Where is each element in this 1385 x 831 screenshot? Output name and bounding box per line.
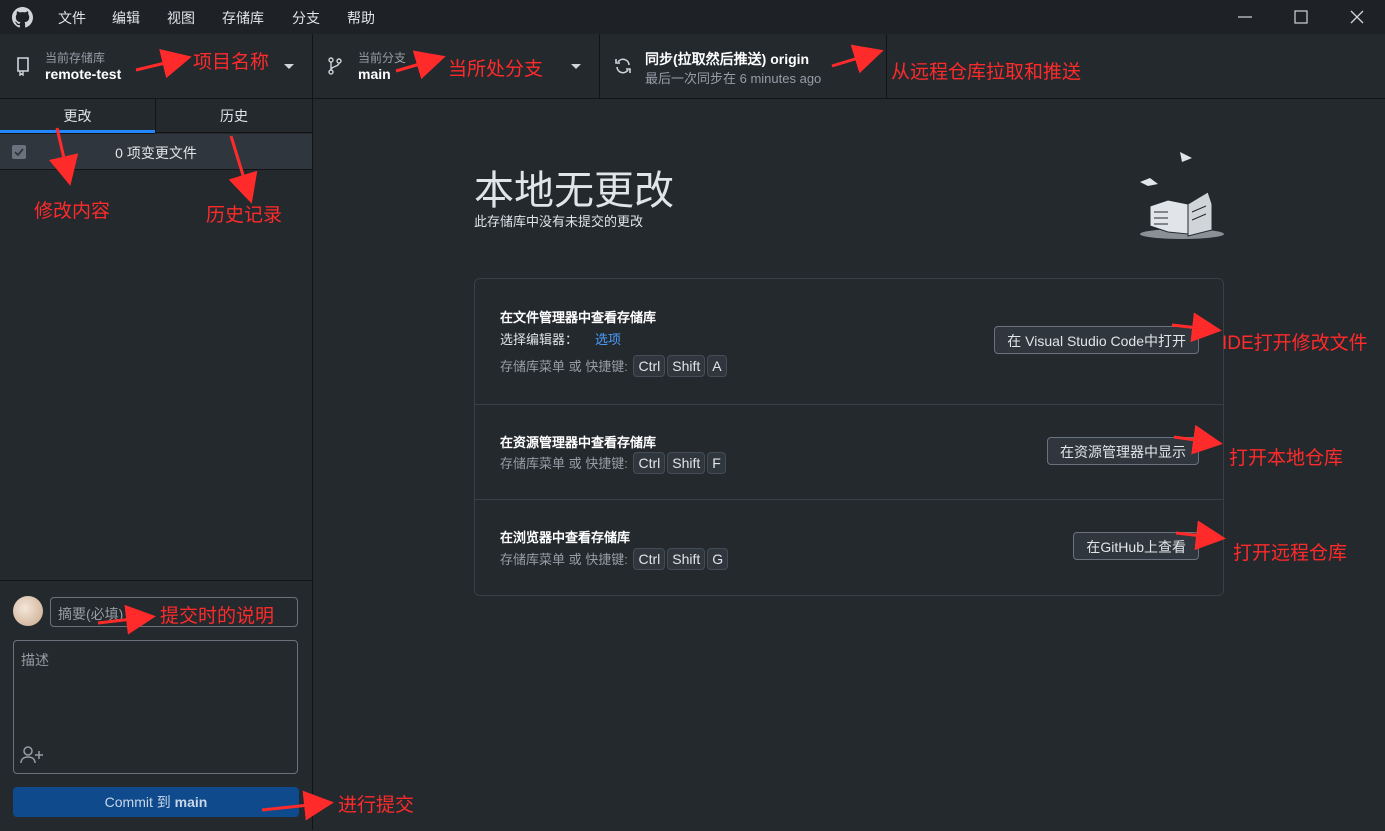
key-f: F <box>707 452 726 474</box>
description-textarea[interactable]: 描述 <box>13 640 298 774</box>
shortcut-text: 存储库菜单 或 快捷键: <box>500 359 628 374</box>
annotation-commit-description: 提交时的说明 <box>160 606 275 627</box>
changed-files-count: 0 项变更文件 <box>115 145 197 161</box>
chevron-down-icon <box>571 64 581 69</box>
summary-placeholder: 摘要(必填) <box>58 606 124 622</box>
action-show-in-explorer: 在资源管理器中查看存储库 存储库菜单 或 快捷键: Ctrl Shift F 在资源… <box>475 404 1223 500</box>
annotation-changes: 修改内容 <box>34 201 111 222</box>
tab-changes[interactable]: 更改 <box>0 99 155 134</box>
commit-button[interactable]: Commit 到 main <box>13 787 299 817</box>
show-in-explorer-button[interactable]: 在资源管理器中显示 <box>1047 437 1199 465</box>
menu-help[interactable]: 帮助 <box>347 8 375 28</box>
commit-button-prefix: Commit 到 <box>104 794 175 810</box>
key-ctrl: Ctrl <box>633 452 666 474</box>
annotation-project-name: 项目名称 <box>193 52 270 73</box>
annotation-sync: 从远程仓库拉取和推送 <box>891 62 1082 83</box>
menu-repository[interactable]: 存储库 <box>222 8 264 28</box>
add-coauthor-icon[interactable] <box>20 745 44 765</box>
shortcut-hint: 存储库菜单 或 快捷键: Ctrl Shift A <box>500 355 727 377</box>
action-title: 在资源管理器中查看存储库 <box>500 435 657 450</box>
close-icon[interactable] <box>1346 6 1368 28</box>
key-ctrl: Ctrl <box>633 548 666 570</box>
minimize-icon[interactable] <box>1234 6 1256 28</box>
sync-icon <box>615 58 631 74</box>
sync-title: 同步(拉取然后推送) origin <box>645 51 810 67</box>
page-subtitle: 此存储库中没有未提交的更改 <box>474 214 644 229</box>
repo-label: 当前存储库 <box>45 51 106 65</box>
key-g: G <box>707 548 729 570</box>
commit-button-branch: main <box>174 794 208 810</box>
shortcut-hint: 存储库菜单 或 快捷键: Ctrl Shift F <box>500 452 726 474</box>
sync-subtitle: 最后一次同步在 6 minutes ago <box>645 71 822 86</box>
annotation-remote-repo: 打开远程仓库 <box>1233 543 1348 564</box>
menu-view[interactable]: 视图 <box>167 8 195 28</box>
menu-edit[interactable]: 编辑 <box>112 8 140 28</box>
action-title: 在文件管理器中查看存储库 <box>500 310 657 325</box>
actions-panel: 在文件管理器中查看存储库 选择编辑器： 选项 存储库菜单 或 快捷键: Ctrl… <box>474 278 1224 596</box>
avatar <box>13 596 43 626</box>
title-bar: 文件 编辑 视图 存储库 分支 帮助 <box>0 0 1385 34</box>
open-in-vscode-button[interactable]: 在 Visual Studio Code中打开 <box>994 326 1199 354</box>
changes-header: 0 项变更文件 <box>0 134 312 170</box>
repo-icon <box>17 57 29 76</box>
shortcut-text: 存储库菜单 或 快捷键: <box>500 552 628 567</box>
action-view-on-github: 在浏览器中查看存储库 存储库菜单 或 快捷键: Ctrl Shift G 在GitH… <box>475 499 1223 595</box>
annotation-current-branch: 当所处分支 <box>448 59 544 80</box>
empty-state-illustration <box>1140 152 1224 239</box>
key-ctrl: Ctrl <box>633 355 666 377</box>
github-logo-icon <box>12 7 33 28</box>
sync-button[interactable]: 同步(拉取然后推送) origin 最后一次同步在 6 minutes ago <box>600 34 886 98</box>
page-title: 本地无更改 <box>474 169 674 213</box>
action-open-in-editor: 在文件管理器中查看存储库 选择编辑器： 选项 存储库菜单 或 快捷键: Ctrl… <box>475 279 1223 405</box>
tab-history[interactable]: 历史 <box>155 99 312 133</box>
key-shift: Shift <box>667 452 706 474</box>
branch-name: main <box>358 66 391 82</box>
key-a: A <box>707 355 727 377</box>
action-title: 在浏览器中查看存储库 <box>500 530 631 545</box>
description-placeholder: 描述 <box>21 652 49 668</box>
shortcut-text: 存储库菜单 或 快捷键: <box>500 456 628 471</box>
menu-branch[interactable]: 分支 <box>292 8 320 28</box>
key-shift: Shift <box>667 355 706 377</box>
toolbar-divider <box>886 34 887 98</box>
annotation-history: 历史记录 <box>206 205 283 226</box>
shortcut-hint: 存储库菜单 或 快捷键: Ctrl Shift G <box>500 548 729 570</box>
menu-file[interactable]: 文件 <box>58 8 86 28</box>
maximize-icon[interactable] <box>1290 6 1312 28</box>
selected-tab-indicator <box>0 130 155 133</box>
view-on-github-button[interactable]: 在GitHub上查看 <box>1073 532 1199 560</box>
repo-name: remote-test <box>45 66 122 82</box>
branch-label: 当前分支 <box>358 51 407 65</box>
editor-label: 选择编辑器： <box>500 332 579 347</box>
editor-options-link[interactable]: 选项 <box>595 329 621 348</box>
annotation-local-repo: 打开本地仓库 <box>1229 448 1344 469</box>
annotation-ide: IDE打开修改文件 <box>1222 333 1368 354</box>
chevron-down-icon <box>284 64 294 69</box>
annotation-commit: 进行提交 <box>338 795 415 816</box>
key-shift: Shift <box>667 548 706 570</box>
git-branch-icon <box>328 57 342 75</box>
